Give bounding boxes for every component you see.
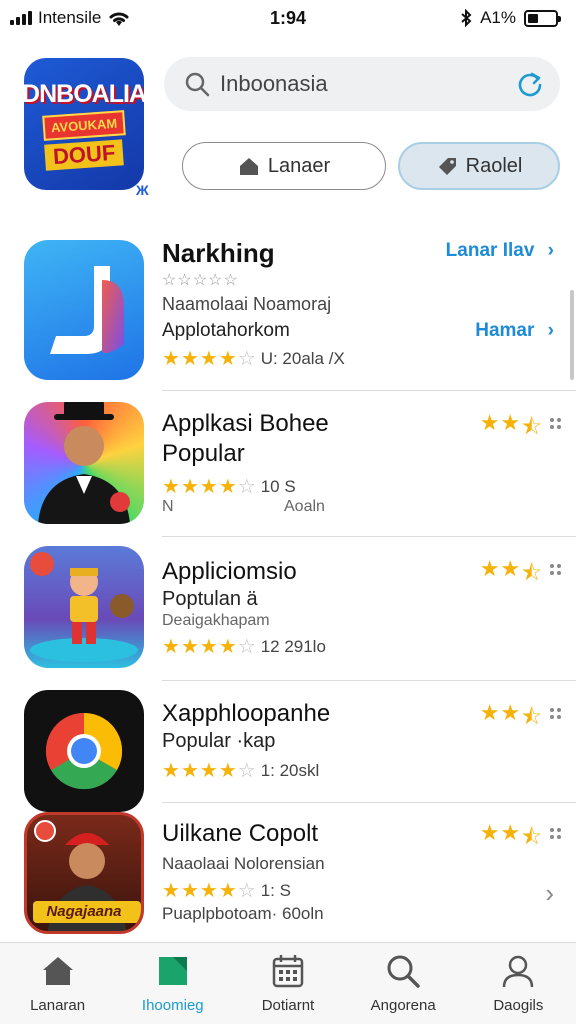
app-icon-portrait[interactable]	[24, 402, 144, 524]
app-title: Applkasi Bohee	[162, 410, 329, 437]
right-star-rating: ★ ★ ⯪	[479, 700, 542, 729]
app-icon-narkhing[interactable]	[24, 240, 144, 380]
tab-label: Angorena	[370, 997, 436, 1014]
tag-icon	[438, 158, 456, 175]
app-subtitle-2: Puaplpbotoam· 60oln	[162, 904, 324, 923]
search-bar[interactable]	[164, 57, 560, 111]
more-icon[interactable]	[550, 564, 561, 575]
app-subtitle: Popular ·kap	[162, 730, 276, 752]
app-subtitle: Naamolaai Noamoraj	[162, 294, 332, 314]
app-link-2[interactable]: Hamar ›	[475, 320, 554, 342]
chevron-right-icon: ›	[547, 240, 554, 261]
game-icon-text: Nagajaana	[46, 903, 122, 920]
tab-label: Daogils	[493, 997, 544, 1014]
right-star-rating: ★ ★ ⯪	[479, 556, 542, 585]
right-star-rating: ★ ★ ⯪	[479, 410, 542, 439]
star-rating: ★ ★ ★ ★ ☆ U: 20ala /X	[162, 348, 345, 370]
home-icon	[42, 957, 73, 985]
tab-label: Dotiarnt	[261, 997, 315, 1014]
app-title-2: Popular	[162, 440, 245, 467]
carrier-label: Intensile	[38, 8, 102, 27]
app-title: Appliciomsio	[162, 558, 297, 585]
status-bar: Intensile 1:94 A1%	[0, 0, 576, 36]
status-right: A1%	[460, 8, 561, 28]
calendar-icon	[272, 955, 304, 988]
divider	[162, 680, 576, 681]
tab-daogils[interactable]: Daogils	[468, 953, 568, 1014]
more-icon[interactable]	[550, 828, 561, 839]
rating-text: 1: S	[260, 880, 291, 900]
tab-angorena[interactable]: Angorena	[353, 953, 453, 1014]
bookmark-icon	[158, 957, 187, 985]
person-icon	[503, 955, 534, 988]
segment-left-label: Lanaer	[267, 154, 331, 177]
wifi-icon	[109, 12, 129, 26]
star-rating: ★ ★ ★ ★ ☆ 12 291lo	[162, 636, 326, 658]
app-link-1[interactable]: Lanar Ilav ›	[446, 240, 554, 262]
divider	[162, 536, 576, 537]
app-subtitle-2: Applotahorkom	[162, 320, 290, 341]
more-icon[interactable]	[550, 708, 561, 719]
star-rating: ★ ★ ★ ★ ☆ 1: S	[162, 880, 291, 902]
segment-button-right[interactable]: Raolel	[398, 142, 560, 190]
tab-dotiarnt[interactable]: Dotiarnt	[238, 953, 338, 1014]
app-link-2-label: Hamar	[475, 320, 535, 341]
app-subtitle: Naaolaai Nolorensian	[162, 854, 325, 873]
app-footnote-right: Aoaln	[284, 498, 325, 515]
app-store-screen: Intensile 1:94 A1% DNBOALIA AVOUKAM DOUF…	[0, 0, 576, 1024]
rating-text: 12 291lo	[260, 636, 326, 656]
small-rating: ☆☆☆☆☆	[162, 272, 239, 289]
app-title: Xapphloopanhe	[162, 700, 331, 727]
app-icon-cartoon[interactable]	[24, 546, 144, 668]
right-star-rating: ★ ★ ⯪	[479, 820, 542, 849]
divider	[162, 802, 576, 803]
star-rating: ★ ★ ★ ★ ☆ 1: 20skl	[162, 760, 320, 782]
app-link-1-label: Lanar Ilav	[445, 240, 535, 261]
rating-text: 10 S	[260, 476, 296, 496]
app-subtitle: Poptulan ä	[162, 588, 258, 610]
tab-bar: Lanaran Ihoomieg Dotiarnt Angorena Daogi…	[0, 942, 576, 1024]
status-left: Intensile	[10, 8, 131, 28]
search-icon	[387, 955, 420, 988]
search-input[interactable]	[220, 71, 516, 97]
app-icon-browser[interactable]	[24, 690, 144, 812]
divider	[162, 390, 576, 391]
refresh-icon[interactable]	[516, 70, 544, 98]
scroll-indicator[interactable]	[570, 290, 574, 380]
chevron-right-icon: ›	[547, 320, 554, 341]
rating-text: U: 20ala /X	[260, 348, 345, 368]
rating-text: 1: 20skl	[260, 760, 320, 780]
tab-label: Ihoomieg	[141, 997, 204, 1014]
bluetooth-icon	[461, 9, 472, 27]
app-footnote-left: N	[162, 498, 174, 515]
featured-title-line3: DOUF	[44, 139, 124, 171]
featured-title-line2: AVOUKAM	[42, 110, 126, 141]
signal-icon	[10, 11, 32, 25]
app-icon-game[interactable]: Nagajaana	[24, 812, 144, 934]
app-title: Narkhing	[162, 238, 275, 268]
segment-right-label: Raolel	[465, 154, 523, 177]
featured-badge: Ж	[136, 182, 149, 198]
featured-app-icon[interactable]: DNBOALIA AVOUKAM DOUF	[24, 58, 144, 190]
battery-icon	[524, 9, 561, 27]
app-title: Uilkane Copolt	[162, 820, 319, 847]
tab-ihoomieg[interactable]: Ihoomieg	[123, 953, 223, 1014]
app-subtitle-2: Deaigakhapam	[162, 612, 270, 629]
tab-label: Lanaran	[30, 997, 86, 1014]
chevron-right-icon[interactable]: ›	[545, 878, 554, 909]
search-icon	[185, 72, 210, 97]
featured-title-line1: DNBOALIA	[24, 80, 144, 108]
tab-home[interactable]: Lanaran	[8, 953, 108, 1014]
star-rating: ★ ★ ★ ★ ☆ 10 S	[162, 476, 296, 498]
battery-percent: A1%	[480, 8, 516, 27]
more-icon[interactable]	[550, 418, 561, 429]
house-icon	[239, 158, 258, 175]
segment-button-left[interactable]: Lanaer	[182, 142, 386, 190]
